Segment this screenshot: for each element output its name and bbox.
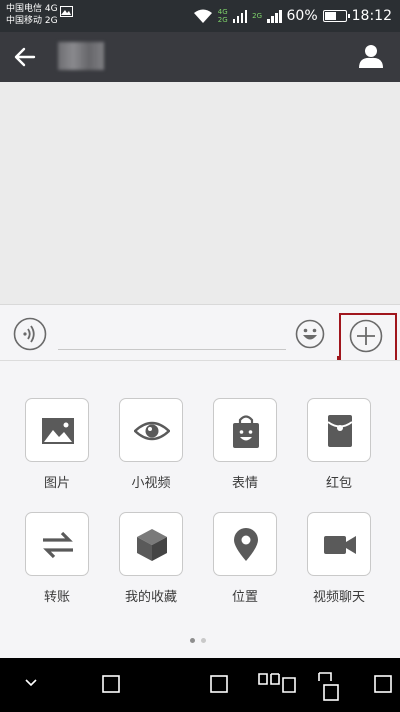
message-input[interactable]	[58, 349, 286, 350]
carrier-2: 中国移动 2G	[6, 16, 58, 26]
panel-item-label: 小视频	[131, 476, 171, 491]
plus-circle-icon[interactable]	[349, 319, 383, 353]
voice-icon[interactable]	[13, 317, 47, 351]
panel-item-label: 表情	[231, 476, 258, 491]
clock: 18:12	[351, 8, 392, 24]
battery-icon	[322, 10, 350, 22]
wifi-icon	[193, 9, 212, 23]
panel-item-label: 图片	[43, 476, 70, 491]
system-nav-bar	[0, 658, 400, 712]
panel-item-image[interactable]: 图片	[20, 398, 94, 491]
panel-item-short-video[interactable]: 小视频	[114, 398, 188, 491]
sticker-bag-icon	[233, 415, 259, 448]
panel-item-label: 视频聊天	[312, 590, 365, 605]
panel-item-video-chat[interactable]: 视频聊天	[302, 512, 376, 605]
chat-header	[0, 32, 400, 82]
carrier-info: 中国电信 4G 中国移动 2G	[6, 3, 58, 27]
eye-icon	[134, 421, 170, 441]
user-icon[interactable]	[358, 43, 384, 69]
image-icon	[42, 418, 74, 444]
signal-icon	[232, 9, 248, 23]
split-screen-icon[interactable]	[318, 672, 342, 702]
panel-item-location[interactable]: 位置	[208, 512, 282, 605]
chevron-down-icon[interactable]	[24, 678, 38, 688]
transfer-icon	[43, 531, 73, 559]
panel-item-stickers[interactable]: 表情	[208, 398, 282, 491]
message-area[interactable]	[0, 82, 400, 304]
panel-item-label: 转账	[43, 590, 70, 605]
image-icon	[60, 6, 73, 17]
square-icon[interactable]	[210, 675, 228, 693]
panel-item-label: 我的收藏	[124, 590, 177, 605]
panel-item-favorites[interactable]: 我的收藏	[114, 512, 188, 605]
status-bar: 中国电信 4G 中国移动 2G 4G 2G 2G 60% 18:12	[0, 0, 400, 32]
page-dot-active	[190, 638, 195, 643]
panel-item-label: 红包	[325, 476, 352, 491]
cube-icon	[137, 529, 167, 561]
panel-item-transfer[interactable]: 转账	[20, 512, 94, 605]
carrier-1: 中国电信 4G	[6, 4, 58, 14]
video-camera-icon	[324, 536, 356, 554]
smiley-icon[interactable]	[295, 319, 325, 349]
panel-item-label: 位置	[231, 590, 258, 605]
contact-name	[58, 42, 104, 70]
page-indicator	[190, 638, 206, 643]
page-dot	[201, 638, 206, 643]
more-actions-panel: 图片 小视频 表情 红包 转账 我的收藏 位置 视频聊天	[0, 360, 400, 658]
arrow-left-icon[interactable]	[12, 44, 38, 70]
location-pin-icon	[234, 528, 258, 561]
square-icon[interactable]	[102, 675, 120, 693]
input-bar	[0, 304, 400, 360]
signal-icon	[267, 9, 282, 23]
network-type-sim2: 2G	[252, 12, 263, 20]
network-type: 4G 2G	[217, 8, 228, 24]
square-icon[interactable]	[374, 675, 392, 693]
multi-window-icon[interactable]	[258, 673, 298, 693]
panel-item-red-packet[interactable]: 红包	[302, 398, 376, 491]
red-packet-icon	[327, 415, 353, 447]
battery-percent: 60%	[286, 8, 318, 24]
